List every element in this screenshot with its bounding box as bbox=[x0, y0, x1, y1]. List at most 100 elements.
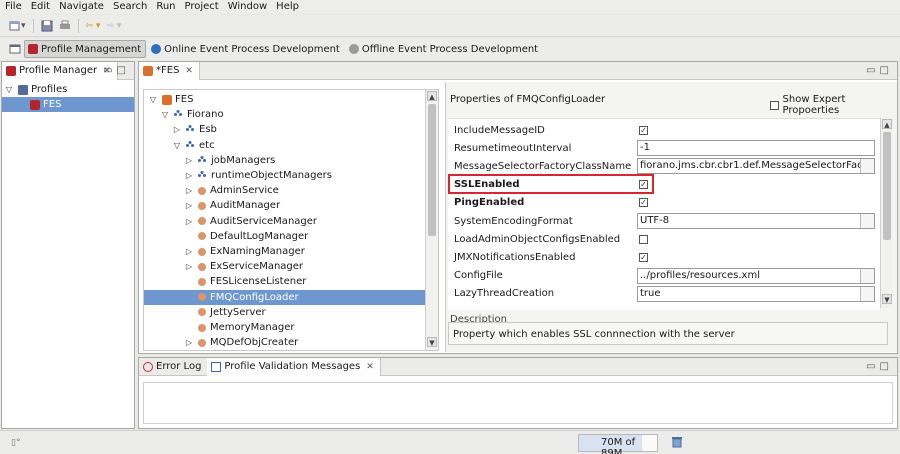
expand-icon[interactable]: ▽ bbox=[4, 82, 14, 97]
component-icon bbox=[198, 293, 206, 302]
tree-item[interactable]: ▽ etc bbox=[144, 138, 425, 153]
expand-icon[interactable]: ▷ bbox=[184, 183, 194, 198]
expand-icon[interactable]: ▷ bbox=[184, 259, 194, 274]
menu-run[interactable]: Run bbox=[151, 0, 179, 14]
property-value: true bbox=[640, 287, 661, 299]
expand-icon[interactable]: ▷ bbox=[184, 244, 194, 259]
tree-item[interactable]: ▷ AuditManager bbox=[144, 198, 425, 213]
status-bar: ▯° 70M of 89M bbox=[0, 430, 900, 454]
property-name: ResumetimeoutInterval bbox=[454, 142, 572, 154]
menu-navigate[interactable]: Navigate bbox=[54, 0, 108, 14]
show-expert-checkbox[interactable]: Show Expert Propoerties bbox=[770, 94, 897, 116]
property-value-field[interactable]: ../profiles/resources.xml bbox=[637, 267, 875, 284]
tree-item[interactable]: ▽ Fiorano bbox=[144, 107, 425, 122]
property-checkbox[interactable]: ✓ bbox=[639, 252, 648, 262]
property-value-field[interactable]: true bbox=[637, 285, 875, 302]
error-log-icon bbox=[143, 361, 153, 372]
tab-label: Error Log bbox=[156, 361, 202, 372]
expand-icon[interactable]: ▷ bbox=[184, 168, 194, 183]
scroll-up-icon[interactable]: ▲ bbox=[427, 91, 437, 101]
property-name: LoadAdminObjectConfigsEnabled bbox=[454, 233, 621, 245]
tree-item-label: MQDefObjCreater bbox=[210, 337, 299, 349]
tree-item[interactable]: ▷ AuditServiceManager bbox=[144, 214, 425, 229]
property-checkbox[interactable]: ✓ bbox=[639, 198, 648, 208]
collapse-icon[interactable]: ▽ bbox=[160, 107, 170, 122]
collapse-icon[interactable]: ▽ bbox=[148, 92, 158, 107]
tree-item-fes[interactable]: FES bbox=[2, 97, 134, 112]
scroll-thumb[interactable] bbox=[883, 132, 891, 240]
tab-profile-validation[interactable]: Profile Validation Messages ✕ bbox=[207, 357, 381, 376]
tree-item[interactable]: ▷ Esb bbox=[144, 122, 425, 137]
tree-item[interactable]: DefaultLogManager bbox=[144, 229, 425, 244]
open-perspective-icon[interactable] bbox=[6, 40, 24, 58]
collapse-icon[interactable]: ▽ bbox=[172, 138, 182, 153]
tree-item[interactable]: ▷ jobManagers bbox=[144, 153, 425, 168]
close-icon[interactable]: ✕ bbox=[366, 362, 374, 372]
minimize-maximize-icons[interactable]: ▭□ bbox=[866, 361, 893, 372]
perspective-profile-management[interactable]: Profile Management bbox=[24, 40, 147, 58]
heap-status[interactable]: 70M of 89M bbox=[578, 434, 658, 454]
menu-file[interactable]: File bbox=[0, 0, 26, 14]
property-checkbox[interactable] bbox=[639, 234, 648, 244]
property-value: -1 bbox=[640, 142, 650, 154]
perspective-label: Offline Event Process Development bbox=[361, 43, 539, 55]
expand-icon[interactable]: ▷ bbox=[184, 198, 194, 213]
menu-window[interactable]: Window bbox=[223, 0, 271, 14]
tree-item-label: AuditServiceManager bbox=[210, 215, 318, 227]
tree-item[interactable]: ▷ AdminService bbox=[144, 183, 425, 198]
component-icon bbox=[198, 217, 206, 226]
tree-item[interactable]: MemoryManager bbox=[144, 320, 425, 335]
print-icon[interactable] bbox=[56, 17, 74, 35]
tree-item[interactable]: ▷ ExNamingManager bbox=[144, 244, 425, 259]
garbage-collect-icon[interactable] bbox=[672, 436, 682, 451]
menu-help[interactable]: Help bbox=[271, 0, 303, 14]
package-icon bbox=[186, 141, 195, 150]
expand-icon[interactable]: ▷ bbox=[184, 335, 194, 350]
tree-item[interactable]: ▷ ExServiceManager bbox=[144, 259, 425, 274]
property-value-field[interactable]: fiorano.jms.cbr.cbr1.def.MessageSelector… bbox=[637, 158, 875, 175]
heap-status-label: 70M of 89M bbox=[601, 437, 636, 454]
tree-item[interactable]: ▽ FES bbox=[144, 92, 425, 107]
tab-profile-manager[interactable]: Profile Manager ✕ bbox=[2, 61, 118, 80]
menu-search[interactable]: Search bbox=[108, 0, 151, 14]
new-icon[interactable]: ▾ bbox=[6, 17, 29, 35]
scroll-thumb[interactable] bbox=[428, 104, 436, 236]
minimize-maximize-icons[interactable]: ▭□ bbox=[866, 65, 893, 76]
scroll-down-icon[interactable]: ▼ bbox=[427, 337, 437, 347]
tree-item[interactable]: FESLicenseListener bbox=[144, 274, 425, 289]
property-value-field[interactable]: UTF-8 bbox=[637, 213, 875, 229]
profile-management-icon bbox=[28, 44, 38, 54]
tree-item[interactable]: FMQConfigLoader bbox=[144, 289, 425, 305]
menu-edit[interactable]: Edit bbox=[26, 0, 54, 14]
fes-icon bbox=[143, 65, 153, 76]
component-icon bbox=[198, 323, 206, 332]
save-icon[interactable] bbox=[38, 17, 56, 35]
tab-fes[interactable]: *FES ✕ bbox=[139, 61, 200, 80]
fes-profile-icon bbox=[30, 99, 40, 110]
toolbar-separator bbox=[32, 18, 34, 33]
properties-scrollbar[interactable]: ▲ ▼ bbox=[880, 118, 892, 308]
property-checkbox[interactable]: ✓ bbox=[639, 125, 648, 135]
scroll-up-icon[interactable]: ▲ bbox=[882, 119, 892, 129]
menu-project[interactable]: Project bbox=[180, 0, 223, 14]
expand-icon[interactable]: ▷ bbox=[172, 122, 182, 137]
perspective-online-event-process[interactable]: Online Event Process Development bbox=[148, 40, 344, 58]
expand-icon[interactable]: ▷ bbox=[184, 214, 194, 229]
property-name: IncludeMessageID bbox=[454, 124, 545, 136]
perspective-offline-event-process[interactable]: Offline Event Process Development bbox=[346, 40, 542, 58]
property-value-field[interactable]: -1 bbox=[637, 140, 875, 157]
back-icon[interactable]: ⇦ ▾ bbox=[83, 17, 104, 35]
tree-item[interactable]: ▷ MQDefObjCreater bbox=[144, 335, 425, 350]
forward-icon[interactable]: ⇨ ▾ bbox=[103, 17, 124, 35]
minimize-maximize-icons[interactable]: ▭□ bbox=[103, 65, 130, 76]
expand-icon[interactable]: ▷ bbox=[184, 153, 194, 168]
tree-item[interactable]: ▷ runtimeObjectManagers bbox=[144, 168, 425, 183]
tree-item-profiles[interactable]: ▽ Profiles bbox=[4, 82, 134, 97]
scroll-down-icon[interactable]: ▼ bbox=[882, 294, 892, 304]
tree-scrollbar[interactable]: ▲ ▼ bbox=[425, 90, 438, 350]
property-row: SSLEnabled ✓ bbox=[448, 173, 880, 194]
tree-item-label: AdminService bbox=[210, 185, 279, 197]
close-icon[interactable]: ✕ bbox=[185, 66, 193, 76]
tree-item[interactable]: JettyServer bbox=[144, 305, 425, 320]
tab-error-log[interactable]: Error Log bbox=[139, 358, 207, 376]
